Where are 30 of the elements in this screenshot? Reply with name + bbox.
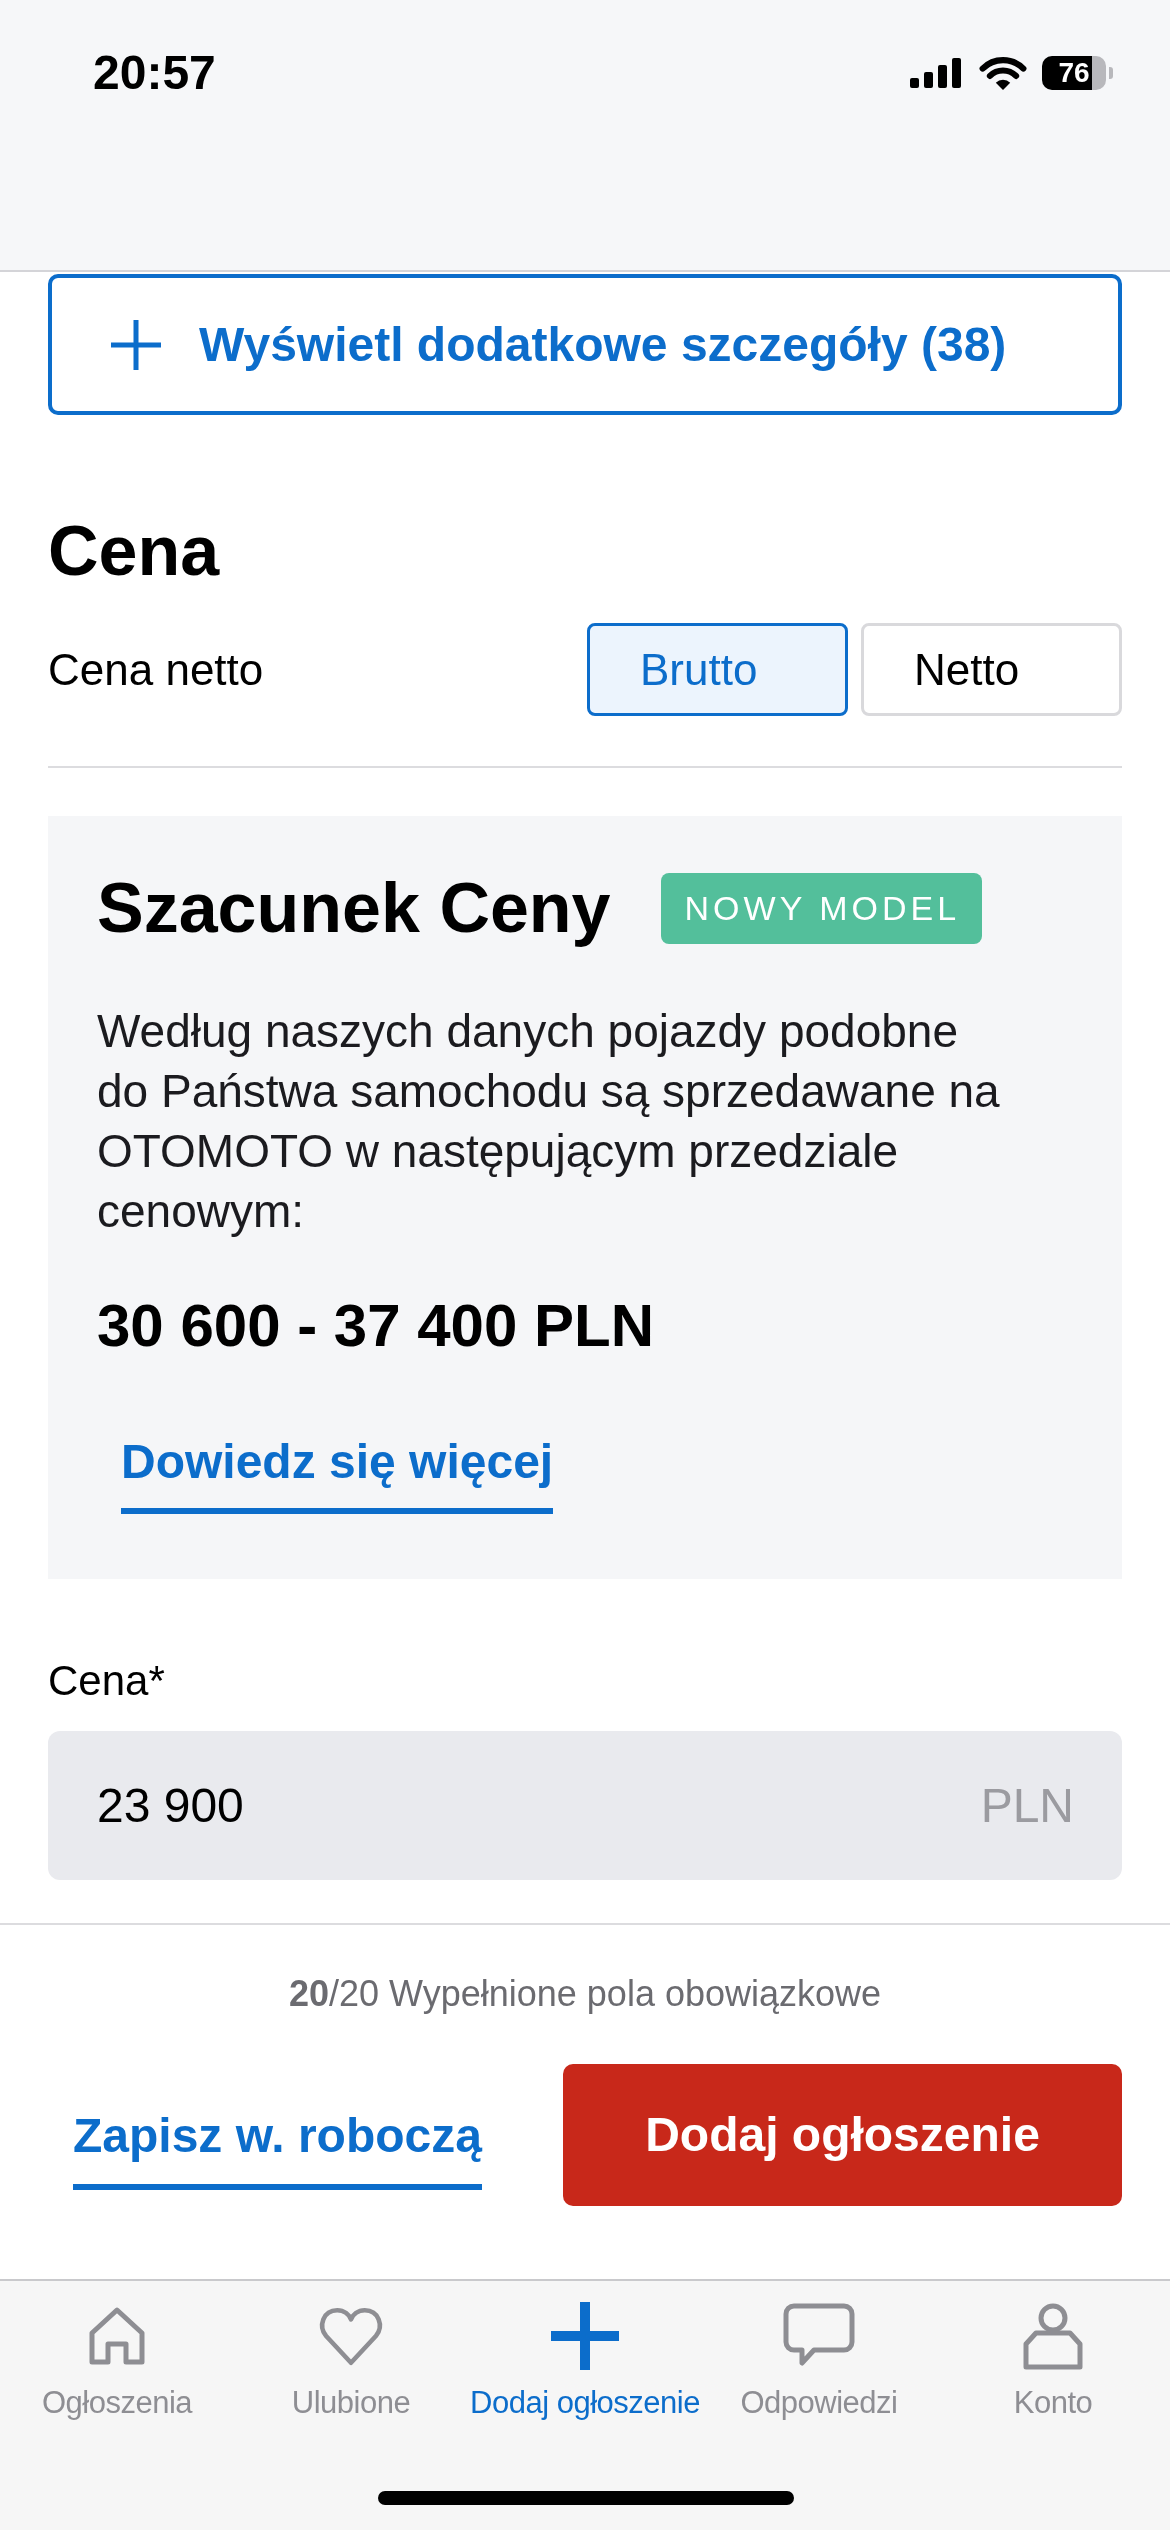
description-text: Według naszych danych pojazdy podobne do Państwa samochodu są sprzedawane na OTOMOTO w następującym przedziale cenowym: bbox=[97, 1004, 1001, 1239]
speech-bubble-icon bbox=[783, 2303, 855, 2369]
wifi-icon bbox=[978, 55, 1028, 91]
nav-tab[interactable]: Ogłoszenia bbox=[0, 2302, 234, 2422]
price-range: 30 600 - 37 400 PLN bbox=[97, 1291, 656, 1361]
details-button[interactable]: Wyświetl dodatkowe szczegóły (38) bbox=[48, 274, 1122, 415]
net-price-label: Cena netto bbox=[48, 643, 264, 696]
price-type-option[interactable]: Netto bbox=[861, 623, 1122, 716]
battery-percentage: 76 bbox=[1058, 58, 1090, 88]
required-fields-counter: 20/20 Wypełnione pola obowiązkowe bbox=[287, 1972, 883, 2016]
field-value: 23 900 bbox=[97, 1777, 244, 1834]
currency-unit: PLN bbox=[980, 1777, 1074, 1834]
signal-icon bbox=[910, 58, 961, 88]
nav-tab[interactable]: Konto bbox=[936, 2302, 1170, 2422]
price-field[interactable]: 23 900 PLN bbox=[48, 1731, 1122, 1880]
person-icon bbox=[1022, 2302, 1084, 2370]
submit-button[interactable]: Dodaj ogłoszenie bbox=[563, 2064, 1122, 2206]
nav-tab[interactable]: Dodaj ogłoszenie bbox=[468, 2302, 702, 2422]
home-icon bbox=[88, 2306, 146, 2366]
plus-icon bbox=[551, 2302, 619, 2370]
price-type-option[interactable]: Brutto bbox=[587, 623, 848, 716]
status-time: 20:57 bbox=[93, 45, 216, 101]
nav-tab[interactable]: Ulubione bbox=[234, 2302, 468, 2422]
save-draft-link[interactable]: Zapisz w. roboczą bbox=[73, 2107, 482, 2190]
learn-more-link[interactable]: Dowiedz się więcej bbox=[121, 1433, 554, 1514]
field-label: Cena* bbox=[48, 1656, 166, 1706]
plus-icon bbox=[111, 319, 161, 370]
new-model-badge: NOWY MODEL bbox=[660, 873, 983, 944]
nav-tab[interactable]: Odpowiedzi bbox=[702, 2302, 936, 2422]
section-title: Cena bbox=[48, 511, 221, 592]
